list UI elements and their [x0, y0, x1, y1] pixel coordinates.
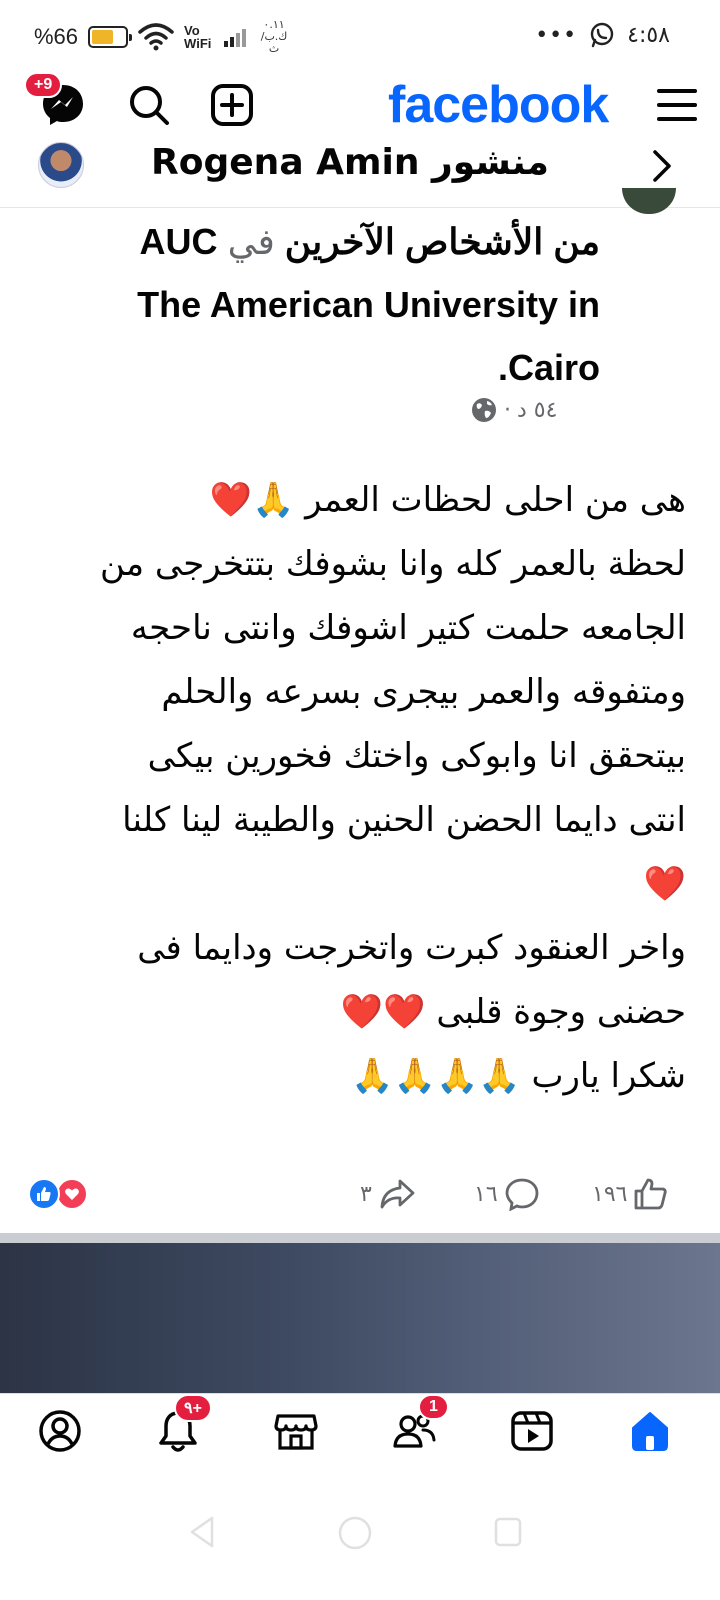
post-body: هى من احلى لحظات العمر 🙏❤️ لحظة بالعمر ك… — [36, 468, 686, 1108]
search-button[interactable] — [122, 78, 176, 132]
clock: ٤:٥٨ — [627, 22, 670, 48]
back-button[interactable] — [642, 144, 682, 188]
post-line: ❤️ — [643, 864, 686, 904]
notifications-badge: ٩+ — [174, 1394, 212, 1422]
nav-profile[interactable] — [30, 1404, 90, 1458]
home-circle-icon — [338, 1516, 372, 1550]
post-line: انتى دايما الحضن الحنين والطيبة لينا كلن… — [122, 800, 686, 840]
video-icon — [511, 1411, 553, 1451]
like-icon — [635, 1178, 668, 1210]
battery-icon — [88, 26, 133, 48]
messenger-badge: +9 — [24, 72, 63, 98]
comment-icon — [505, 1178, 539, 1211]
post-title-bar: منشور Rogena Amin — [0, 140, 720, 208]
context-line-1: من الأشخاص الآخرين في AUC — [40, 210, 600, 273]
nav-video[interactable] — [502, 1404, 562, 1458]
facebook-logo: facebook — [388, 76, 609, 134]
context-line-3[interactable]: Cairo. — [40, 336, 600, 399]
whatsapp-icon — [590, 22, 614, 48]
engagement-bar: ٣ ١٦ ١٩٦ — [0, 1170, 720, 1230]
system-home-button[interactable] — [336, 1514, 374, 1556]
love-reaction-icon — [56, 1178, 88, 1210]
battery-percent: %66 — [34, 24, 79, 49]
nav-marketplace[interactable] — [266, 1404, 326, 1458]
system-recents-button[interactable] — [492, 1514, 524, 1554]
post-time[interactable]: ٥٤ د — [517, 398, 557, 423]
post-line: بيتحقق انا وابوكى واختك فخورين بيكى — [147, 736, 686, 776]
meta-dot: · — [504, 397, 511, 423]
wifi-icon — [138, 23, 174, 51]
status-bar-left: %66 Vo WiFi ٠.١١ ك.ب/ث — [34, 18, 292, 55]
search-icon — [130, 86, 169, 125]
comment-stat[interactable]: ١٦ — [474, 1174, 540, 1214]
post-context: من الأشخاص الآخرين في AUC The American U… — [40, 210, 600, 399]
post-line: حضنى وجوة قلبى ❤️❤️ — [340, 992, 686, 1032]
recents-square-icon — [494, 1517, 522, 1547]
home-icon — [632, 1412, 668, 1451]
post-line: هى من احلى لحظات العمر 🙏❤️ — [209, 480, 686, 520]
menu-button[interactable] — [650, 78, 704, 132]
avatar[interactable] — [38, 142, 84, 188]
post-line: ومتفوقه والعمر بيجرى بسرعه والحلم — [161, 672, 686, 712]
author-avatar-partial[interactable] — [622, 188, 676, 214]
post-line: الجامعه حلمت كتير اشوفك وانتى ناحجه — [130, 608, 686, 648]
post-meta: ٥٤ د · — [470, 392, 600, 428]
next-post-image[interactable] — [0, 1243, 720, 1393]
system-nav-bar — [0, 1468, 720, 1600]
share-icon — [380, 1179, 415, 1209]
feed-divider — [0, 1233, 720, 1243]
share-count: ٣ — [360, 1181, 372, 1207]
nav-notifications[interactable]: ٩+ — [148, 1394, 212, 1458]
context-rest: من الأشخاص الآخرين — [284, 221, 600, 262]
bottom-nav: ٩+ 1 — [0, 1393, 720, 1468]
share-stat[interactable]: ٣ — [360, 1174, 416, 1214]
overflow-dots: ••• — [535, 22, 578, 48]
post-line: واخر العنقود كبرت واتخرجت ودايما فى — [137, 928, 686, 968]
nav-home[interactable] — [620, 1404, 680, 1458]
profile-icon — [39, 1410, 81, 1452]
system-back-button[interactable] — [186, 1514, 218, 1554]
app-header: +9 facebook — [0, 70, 720, 140]
create-button[interactable] — [205, 78, 259, 132]
status-bar: %66 Vo WiFi ٠.١١ ك.ب/ث ••• ٤:٥٨ — [0, 0, 720, 70]
back-triangle-icon — [190, 1516, 214, 1548]
chevron-right-icon — [653, 150, 671, 182]
reactions-summary[interactable] — [28, 1178, 88, 1210]
battery-fill — [92, 30, 114, 44]
net-speed: ٠.١١ ك.ب/ث — [260, 18, 288, 55]
globe-icon — [472, 398, 496, 422]
vowifi-label: Vo WiFi — [184, 23, 212, 51]
page-title: منشور Rogena Amin — [151, 142, 549, 183]
marketplace-icon — [274, 1414, 318, 1450]
nav-friends[interactable]: 1 — [384, 1394, 449, 1458]
messenger-button[interactable]: +9 — [24, 72, 90, 132]
context-group-link[interactable]: AUC — [140, 221, 218, 262]
like-count: ١٩٦ — [592, 1181, 628, 1207]
like-reaction-icon — [28, 1178, 60, 1210]
menu-icon — [657, 89, 697, 121]
comment-count: ١٦ — [474, 1181, 498, 1207]
friends-badge: 1 — [418, 1394, 449, 1420]
post-line: لحظة بالعمر كله وانا بشوفك بتتخرجى من — [99, 544, 686, 584]
signal-icon — [224, 27, 247, 47]
context-line-2[interactable]: The American University in — [40, 273, 600, 336]
context-in: في — [227, 221, 275, 262]
like-stat[interactable]: ١٩٦ — [592, 1174, 669, 1214]
status-bar-right: ••• ٤:٥٨ — [535, 22, 670, 48]
post-line: شكرا يارب 🙏🙏🙏🙏 — [351, 1056, 686, 1096]
create-icon — [211, 84, 253, 126]
